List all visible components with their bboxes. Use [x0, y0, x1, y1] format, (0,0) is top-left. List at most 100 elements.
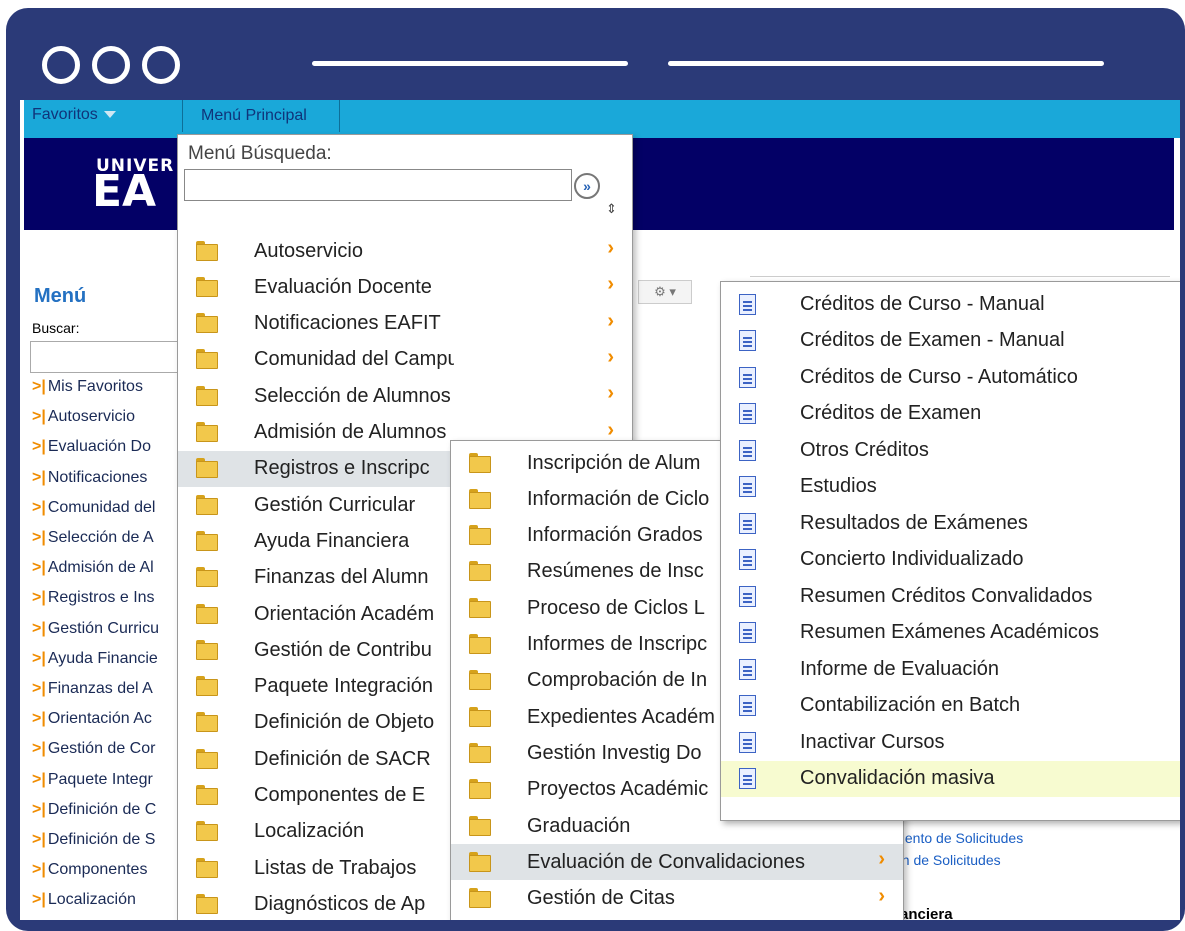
main-menu-item-label: Notificaciones EAFIT — [254, 312, 441, 335]
left-menu-item[interactable]: >| Admisión de Al — [32, 559, 154, 577]
folder-icon — [196, 676, 218, 697]
registros-menu-item-label: Inscripción de Alum — [527, 451, 701, 474]
convalidacion-menu-item[interactable]: Créditos de Examen — [721, 396, 1180, 432]
left-menu-item[interactable]: >| Registros e Ins — [32, 589, 155, 607]
left-menu-item-label: Comunidad del — [47, 498, 156, 516]
folder-icon — [469, 452, 491, 473]
favorites-menu[interactable]: Favoritos — [32, 106, 116, 124]
convalidacion-menu-item-label: Créditos de Examen - Manual — [800, 329, 1065, 351]
chevron-right-icon: >| — [32, 800, 46, 818]
convalidacion-menu-item-label: Créditos de Examen — [800, 402, 982, 424]
folder-icon — [196, 893, 218, 914]
window-dot-icon — [92, 46, 130, 84]
main-menu-item[interactable]: Notificaciones EAFIT › — [178, 306, 632, 342]
favorites-label: Favoritos — [32, 106, 98, 123]
chevron-right-icon: › — [878, 848, 885, 871]
left-menu-item[interactable]: >| Paquete Integr — [32, 771, 153, 789]
main-menu-item[interactable]: Autoservicio › — [178, 233, 632, 269]
chevron-right-icon: › — [607, 418, 614, 441]
app-screen: Favoritos Menú Principal UNIVER EA Menú … — [20, 100, 1180, 920]
folder-icon — [469, 888, 491, 909]
folder-icon — [196, 494, 218, 515]
convalidacion-menu-item[interactable]: Créditos de Examen - Manual — [721, 323, 1180, 359]
convalidacion-menu-item[interactable]: Créditos de Curso - Automático — [721, 359, 1180, 395]
left-menu-item[interactable]: >| Comunidad del — [32, 499, 155, 517]
registros-menu-item[interactable]: Evaluación de Convalidaciones › — [451, 844, 903, 881]
left-search-input[interactable] — [30, 341, 182, 373]
convalidacion-menu-item[interactable]: Resumen Créditos Convalidados — [721, 578, 1180, 614]
folder-icon — [196, 712, 218, 733]
convalidacion-menu-item-label: Otros Créditos — [800, 438, 929, 461]
document-icon — [739, 585, 756, 607]
chevron-right-icon: › — [607, 382, 614, 405]
convalidacion-menu-item[interactable]: Estudios — [721, 469, 1180, 505]
convalidacion-menu-item[interactable]: Inactivar Cursos — [721, 724, 1180, 760]
main-menu-item-label: Evaluación Docente — [254, 275, 432, 298]
folder-icon — [196, 240, 218, 261]
search-label: Buscar: — [32, 320, 80, 336]
left-menu-item[interactable]: >| Selección de A — [32, 529, 154, 547]
convalidacion-menu-item-label: Resumen Exámenes Académicos — [800, 621, 1100, 643]
left-menu-title: Menú — [34, 285, 87, 307]
convalidacion-menu-item[interactable]: Concierto Individualizado — [721, 542, 1180, 578]
convalidacion-menu-item[interactable]: Resultados de Exámenes — [721, 505, 1180, 541]
left-menu-item-label: Admisión de Al — [47, 559, 154, 577]
left-menu-item[interactable]: >| Componentes — [32, 861, 147, 879]
folder-icon — [469, 634, 491, 654]
main-menu-item[interactable]: Comunidad del Campus › — [178, 342, 632, 378]
main-menu-item-label: Finanzas del Alumn — [254, 566, 429, 589]
registros-menu-item-label: Comprobación de In — [527, 669, 708, 692]
main-menu-item-label: Diagnósticos de Ap — [254, 892, 426, 915]
gear-dropdown-button[interactable]: ⚙ ▾ — [638, 280, 692, 304]
registros-menu-item[interactable]: Gestión de Citas › — [451, 881, 903, 917]
gear-icon: ⚙ ▾ — [654, 284, 676, 299]
left-menu-item[interactable]: >| Finanzas del A — [32, 680, 153, 698]
menu-search-input[interactable] — [184, 169, 572, 201]
convalidacion-menu-item[interactable]: Créditos de Curso - Manual — [721, 286, 1180, 322]
left-menu-item[interactable]: >| Localización — [32, 891, 136, 909]
go-arrow-icon[interactable]: » — [574, 173, 600, 199]
left-menu-item[interactable]: >| Notificaciones — [32, 469, 147, 487]
main-menu-item[interactable]: Selección de Alumnos › — [178, 378, 632, 414]
background-link[interactable]: ón de Solicitudes — [894, 852, 1001, 868]
left-menu-item[interactable]: >| Evaluación Do — [32, 438, 151, 456]
chevron-right-icon: >| — [32, 649, 46, 667]
left-menu-item[interactable]: >| Definición de C — [32, 801, 156, 819]
main-menu-item-label: Paquete Integración — [254, 675, 434, 698]
convalidacion-menu-item[interactable]: Convalidación masiva — [721, 760, 1180, 797]
convalidacion-menu-item[interactable]: Otros Créditos — [721, 432, 1180, 468]
document-icon — [739, 476, 756, 497]
main-menu-item[interactable]: Evaluación Docente › — [178, 269, 632, 305]
registros-menu-item-label: Informes de Inscripc — [527, 633, 708, 655]
left-menu-item[interactable]: >| Mis Favoritos — [32, 378, 143, 396]
folder-icon — [469, 851, 491, 872]
chevron-right-icon: >| — [32, 891, 46, 909]
folder-icon — [469, 706, 491, 727]
registros-menu-item-label: Gestión Investig Do — [527, 741, 702, 764]
folder-icon — [469, 779, 491, 800]
convalidacion-menu-item[interactable]: Contabilización en Batch — [721, 688, 1180, 724]
left-menu-item[interactable]: >| Ayuda Financie — [32, 650, 158, 668]
chevron-right-icon: >| — [32, 740, 46, 758]
convalidacion-menu-item[interactable]: Informe de Evaluación — [721, 651, 1180, 687]
left-menu-item[interactable]: >| Orientación Ac — [32, 710, 152, 728]
folder-icon — [469, 670, 491, 691]
chevron-right-icon: › — [607, 273, 614, 296]
main-menu-item-label: Gestión de Contribu — [254, 638, 432, 661]
logo-text-large: EA — [92, 166, 157, 217]
main-menu-item-label: Gestión Curricular — [254, 493, 416, 516]
left-menu-item[interactable]: >| Autoservicio — [32, 408, 135, 426]
tab-main-menu[interactable]: Menú Principal — [182, 100, 340, 132]
divider — [750, 276, 1170, 277]
document-icon — [739, 330, 756, 351]
folder-icon — [196, 458, 218, 479]
main-menu-item-label: Selección de Alumnos — [254, 384, 451, 407]
window-dot-icon — [142, 46, 180, 84]
left-menu-item[interactable]: >| Definición de S — [32, 831, 155, 849]
left-menu-item[interactable]: >| Gestión de Cor — [32, 740, 155, 758]
convalidacion-menu-item[interactable]: Resumen Exámenes Académicos — [721, 615, 1180, 651]
sort-icon[interactable]: ⇕ — [606, 201, 617, 217]
background-link[interactable]: niento de Solicitudes — [894, 830, 1023, 846]
left-menu-item[interactable]: >| Gestión Curricu — [32, 620, 159, 638]
folder-icon — [196, 276, 218, 297]
